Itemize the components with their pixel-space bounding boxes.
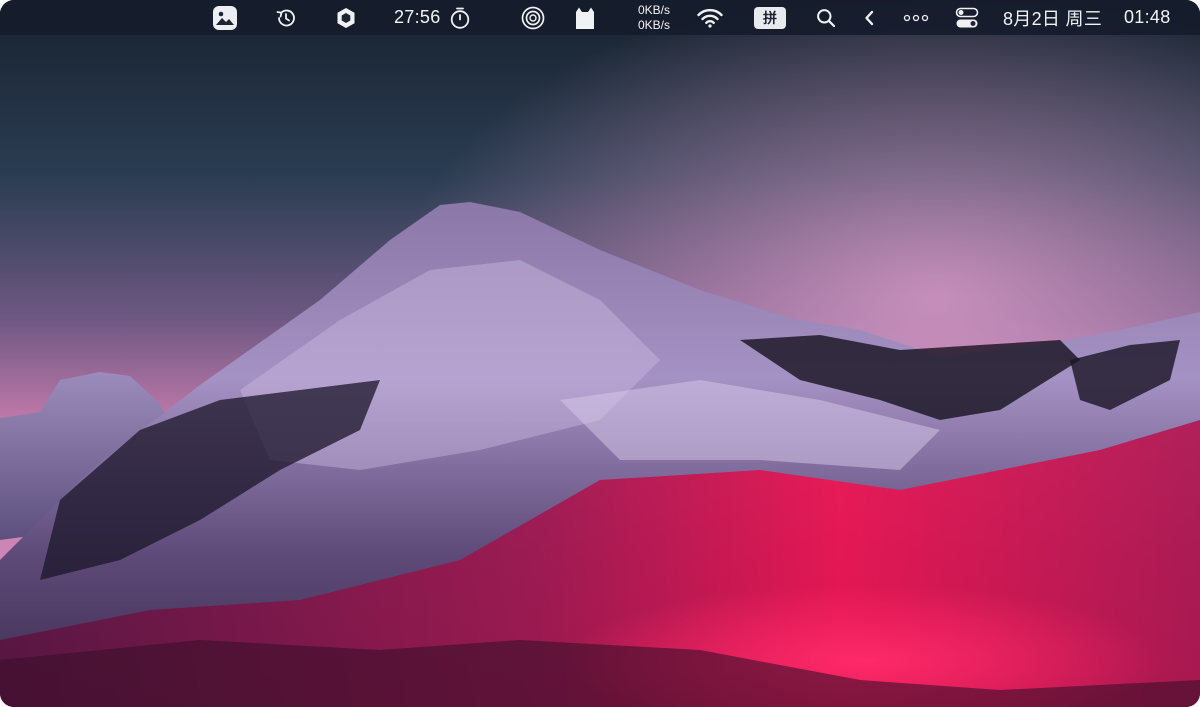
photo-icon bbox=[213, 5, 237, 30]
menu-bar-date[interactable]: 8月2日 周三 bbox=[1003, 0, 1115, 35]
stopwatch-icon bbox=[450, 7, 469, 29]
photo-status-item[interactable] bbox=[211, 0, 239, 35]
hexagon-shield-icon bbox=[337, 7, 355, 28]
input-method-indicator[interactable]: 拼 bbox=[754, 6, 786, 29]
menu-bar-clock[interactable]: 01:48 bbox=[1124, 0, 1180, 35]
cat-status-item[interactable] bbox=[572, 0, 598, 35]
timer-status-item[interactable]: 27:56 bbox=[394, 0, 490, 35]
history-icon bbox=[276, 9, 295, 26]
download-speed: 0KB/s bbox=[637, 17, 670, 32]
menu-bar: 27:56 0KB/s 0KB/s 拼 8月2日 周三 01:48 bbox=[0, 0, 1200, 35]
control-center-icon bbox=[955, 7, 979, 27]
shield-status-item[interactable] bbox=[335, 0, 357, 35]
time-label: 01:48 bbox=[1124, 7, 1171, 27]
rings-status-item[interactable] bbox=[520, 0, 546, 35]
history-status-item[interactable] bbox=[274, 0, 298, 35]
input-method-label: 拼 bbox=[763, 10, 777, 27]
date-label: 8月2日 周三 bbox=[1003, 8, 1103, 29]
upload-speed: 0KB/s bbox=[637, 2, 670, 17]
desktop-screen: 27:56 0KB/s 0KB/s 拼 8月2日 周三 01:48 bbox=[0, 0, 1200, 707]
more-status-item[interactable] bbox=[902, 0, 930, 35]
wifi-icon bbox=[697, 8, 723, 28]
control-center-button[interactable] bbox=[954, 0, 980, 35]
circle-rings-icon bbox=[521, 6, 545, 29]
cat-icon bbox=[576, 7, 594, 29]
network-speed[interactable]: 0KB/s 0KB/s bbox=[622, 0, 670, 35]
timer-value: 27:56 bbox=[394, 7, 441, 27]
wifi-status-item[interactable] bbox=[696, 0, 724, 35]
more-dots-icon bbox=[903, 14, 929, 21]
search-status-item[interactable] bbox=[814, 0, 838, 35]
collapse-menu-button[interactable] bbox=[860, 0, 878, 35]
search-icon bbox=[817, 8, 836, 27]
desktop-wallpaper bbox=[0, 0, 1200, 707]
chevron-left-icon bbox=[865, 10, 874, 25]
